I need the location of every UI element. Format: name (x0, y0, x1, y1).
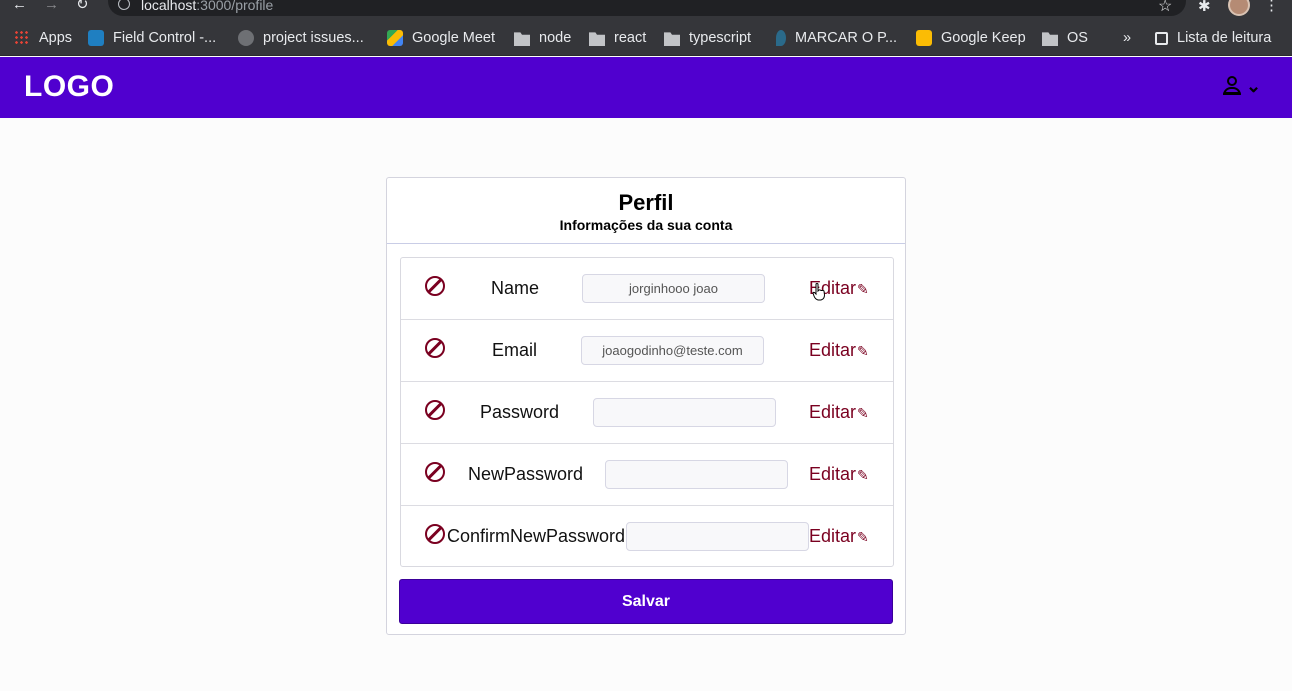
edit-email-button[interactable]: Editar✎ (809, 340, 869, 361)
folder-icon (1042, 32, 1058, 46)
bookmark-project-issues[interactable]: project issues... (238, 28, 364, 48)
field-row-password: Password Editar✎ (401, 382, 893, 444)
blocked-icon (425, 524, 445, 544)
browser-toolbar: ← → ↻ localhost:3000/profile ☆ ✱ ⋮ (0, 0, 1292, 20)
field-row-new-password: NewPassword Editar✎ (401, 444, 893, 506)
forward-arrow-icon[interactable]: → (44, 0, 59, 14)
pencil-icon: ✎ (857, 281, 869, 297)
edit-password-button[interactable]: Editar✎ (809, 402, 869, 423)
profile-avatar[interactable] (1228, 0, 1250, 16)
edit-confirm-new-password-button[interactable]: Editar✎ (809, 526, 869, 547)
back-arrow-icon[interactable]: ← (12, 0, 27, 14)
google-keep-icon (916, 30, 932, 46)
folder-icon (589, 32, 605, 46)
user-menu-button[interactable]: ⌄ (1222, 76, 1266, 98)
logo[interactable]: LOGO (24, 70, 114, 104)
email-input[interactable] (581, 336, 764, 365)
profile-card-header: Perfil Informações da sua conta (387, 178, 905, 244)
new-password-input[interactable] (605, 460, 788, 489)
bookmark-google-keep[interactable]: Google Keep (916, 28, 1026, 48)
field-label: ConfirmNewPassword (447, 526, 626, 546)
field-label: Name (491, 278, 540, 298)
google-meet-icon (387, 30, 403, 46)
pencil-icon: ✎ (857, 343, 869, 359)
field-label: NewPassword (468, 464, 584, 484)
bookmark-typescript[interactable]: typescript (664, 28, 751, 48)
name-input[interactable] (582, 274, 765, 303)
save-button[interactable]: Salvar (399, 579, 893, 624)
extensions-icon[interactable]: ✱ (1198, 0, 1211, 15)
profile-fields: Name Editar✎ Email Editar✎ Password Edit… (400, 257, 894, 567)
edit-new-password-button[interactable]: Editar✎ (809, 464, 869, 485)
trello-icon (88, 30, 104, 46)
folder-icon (664, 32, 680, 46)
page-title: Perfil (618, 190, 674, 215)
user-icon-body (1223, 87, 1241, 95)
blocked-icon (425, 276, 445, 296)
pencil-icon: ✎ (857, 529, 869, 545)
pencil-icon: ✎ (857, 467, 869, 483)
bookmarks-bar: Apps Field Control -... project issues..… (0, 20, 1292, 56)
field-label: Password (480, 402, 560, 422)
bookmark-apps[interactable]: Apps (14, 28, 72, 48)
field-row-email: Email Editar✎ (401, 320, 893, 382)
bookmark-google-meet[interactable]: Google Meet (387, 28, 495, 48)
bookmark-node[interactable]: node (514, 28, 571, 48)
chevron-down-icon: ⌄ (1246, 76, 1262, 96)
reading-list-icon (1155, 31, 1168, 45)
browser-menu-icon[interactable]: ⋮ (1264, 0, 1279, 14)
field-label: Email (492, 340, 538, 360)
reading-list-button[interactable]: Lista de leitura (1155, 28, 1271, 48)
app-header: LOGO ⌄ (0, 57, 1292, 118)
bookmark-field-control[interactable]: Field Control -... (88, 28, 216, 48)
bookmark-react[interactable]: react (589, 28, 646, 48)
page-subtitle: Informações da sua conta (559, 217, 733, 233)
blocked-icon (425, 338, 445, 358)
address-bar[interactable]: localhost:3000/profile (108, 0, 1186, 16)
url-text[interactable]: localhost:3000/profile (141, 0, 273, 12)
bookmark-star-icon[interactable]: ☆ (1158, 0, 1172, 16)
site-info-icon[interactable] (118, 0, 130, 10)
blocked-icon (425, 462, 445, 482)
user-icon (1227, 76, 1237, 86)
bookmarks-overflow-button[interactable]: » (1123, 28, 1131, 48)
github-icon (238, 30, 254, 46)
field-row-confirm-new-password: ConfirmNewPassword Editar✎ (401, 506, 893, 568)
blocked-icon (425, 400, 445, 420)
password-input[interactable] (593, 398, 776, 427)
profile-card: Perfil Informações da sua conta Name Edi… (386, 177, 906, 635)
pencil-icon: ✎ (857, 405, 869, 421)
hand-cursor-icon (812, 283, 826, 301)
map-pin-icon (776, 30, 786, 46)
bookmark-os[interactable]: OS (1042, 28, 1088, 48)
reload-icon[interactable]: ↻ (76, 0, 89, 14)
bookmark-marcar[interactable]: MARCAR O P... (776, 28, 897, 48)
confirm-new-password-input[interactable] (626, 522, 809, 551)
folder-icon (514, 32, 530, 46)
apps-grid-icon (14, 30, 30, 46)
